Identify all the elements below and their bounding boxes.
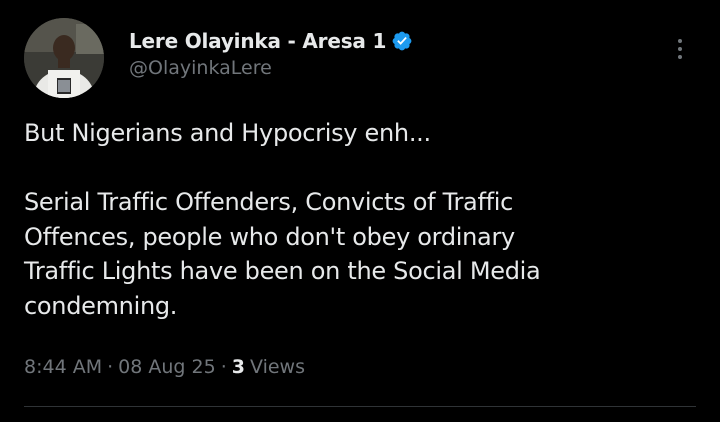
tweet-line: Traffic Lights have been on the Social M… [24, 257, 541, 286]
views-count: 3 [231, 356, 245, 378]
tweet-line: Serial Traffic Offenders, Convicts of Tr… [24, 188, 514, 217]
more-vertical-icon-dot [678, 39, 682, 43]
tweet-meta: 8:44 AM · 08 Aug 25 · 3 Views [24, 356, 305, 378]
verified-badge-icon [391, 30, 413, 52]
views-label: Views [249, 356, 305, 378]
more-vertical-icon-dot [678, 47, 682, 51]
tweet-line: condemning. [24, 291, 178, 320]
author-name-row[interactable]: Lere Olayinka - Aresa 1 [129, 27, 413, 55]
tweet-line: But Nigerians and Hypocrisy enh... [24, 119, 431, 147]
tweet-line: Offences, people who don't obey ordinary [24, 222, 515, 251]
meta-separator: · [220, 356, 227, 378]
author-handle[interactable]: @OlayinkaLere [129, 57, 272, 79]
more-vertical-icon-dot [678, 55, 682, 59]
avatar[interactable] [24, 18, 104, 98]
author-display-name[interactable]: Lere Olayinka - Aresa 1 [129, 29, 386, 53]
profile-photo-icon [24, 18, 104, 98]
tweet-time[interactable]: 8:44 AM [24, 356, 102, 378]
more-options-button[interactable] [666, 34, 694, 64]
tweet-text: But Nigerians and Hypocrisy enh... Seria… [24, 116, 674, 324]
divider [24, 406, 696, 407]
tweet-date[interactable]: 08 Aug 25 [118, 356, 216, 378]
meta-separator: · [107, 356, 114, 378]
